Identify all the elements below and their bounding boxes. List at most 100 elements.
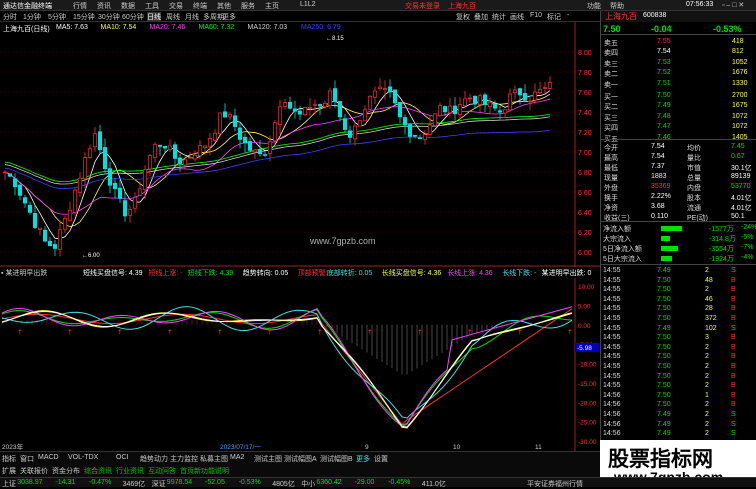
menu-item[interactable]: 行情 [73, 1, 87, 11]
candlestick-chart[interactable]: 8.00 7.80 7.60 7.40 7.20 7.00 6.80 6.60 6.40 6.20… [0, 22, 600, 267]
tick-price: 7.50 [657, 315, 671, 322]
candle-body [192, 154, 198, 160]
menu-item[interactable]: 终端 [193, 1, 207, 11]
flow-bar [661, 226, 682, 231]
ask-row[interactable]: 卖二 7.52 1676 [601, 68, 756, 78]
tick-side: B [731, 391, 736, 399]
candle-body [337, 101, 343, 118]
tab-item[interactable]: 资金分布 [52, 466, 80, 476]
ask-row[interactable]: 卖一 7.51 1330 [601, 79, 756, 89]
toolbar-fuquan[interactable]: 复权 [456, 12, 470, 22]
tab-item[interactable]: MACD [38, 454, 59, 461]
toolbar-f10[interactable]: F10 [530, 12, 542, 19]
tab-item[interactable]: 测试幅图A [284, 454, 317, 464]
menu-item[interactable]: 资讯 [97, 1, 111, 11]
status-bar: 上证 3038.97 -14.31 -0.47% 3469亿 深证 9978.54 -52.0… [0, 477, 756, 488]
tick-volume: 46 [705, 295, 713, 303]
ma-label: MA10: 7.54 [100, 24, 137, 31]
bid-row[interactable]: 买三 7.48 1072 [601, 112, 756, 122]
tick-side: B [731, 276, 736, 284]
tab-item[interactable]: 私募主图 [200, 454, 228, 464]
toolbar-draw[interactable]: 画线 [510, 12, 524, 22]
candle-body [137, 188, 143, 196]
candle-body [397, 102, 403, 118]
candle-body [257, 149, 263, 155]
status-item: -0.45% [388, 479, 411, 486]
menu-bar: 通达信金融终端 行情 资讯 数据 工具 交易 终端 其他 服务 主页 L1L2 … [0, 0, 756, 11]
quote-price-line: 7.50 -0.04 -0.53% [601, 23, 756, 35]
menu-item[interactable]: 工具 [145, 1, 159, 11]
menu-item[interactable]: 数据 [121, 1, 135, 11]
tab-item[interactable]: 综合资讯 [84, 466, 112, 476]
tf-item[interactable]: 多周期 [203, 12, 224, 22]
tab-item[interactable]: 更多 [356, 454, 370, 464]
toolbar-stats[interactable]: 统计 [492, 12, 506, 22]
tab-item[interactable]: 主力监控 [170, 454, 198, 464]
tf-item[interactable]: 更多 [222, 12, 236, 22]
menu-help[interactable]: 帮助 [610, 1, 624, 11]
tf-item[interactable]: 1分钟 [23, 12, 41, 22]
candle-body [122, 200, 128, 217]
tf-item[interactable]: 分时 [3, 12, 17, 22]
menu-item[interactable]: 交易 [169, 1, 183, 11]
tab-item[interactable]: 扩展 [2, 466, 16, 476]
last-value-label: -5.98 [577, 345, 592, 352]
tab-item[interactable]: 首页新功能说明 [180, 466, 229, 476]
candle-body [7, 173, 13, 177]
ind-line [1, 311, 573, 428]
login-status[interactable]: 交易未登录 [405, 1, 440, 11]
ask-row[interactable]: 卖三 7.53 1052 [601, 58, 756, 68]
menu-function[interactable]: 功能 [587, 1, 601, 11]
y-tick-label: 7.80 [578, 70, 592, 77]
indicator-value: 短线买盘信号: 4.39 [83, 270, 143, 277]
tf-item[interactable]: 月线 [185, 12, 199, 22]
toolbar-overlay[interactable]: 叠加 [474, 12, 488, 22]
tab-item[interactable]: 趋势动力 [140, 454, 168, 464]
candle-body [352, 125, 358, 140]
ob-volume: 1676 [732, 69, 748, 77]
candle-body [82, 157, 88, 180]
tick-time: 14:55 [603, 353, 621, 361]
stat-value: 7.37 [651, 163, 665, 170]
tab-item[interactable]: MA2 [230, 454, 244, 461]
tab-item[interactable]: 窗口 [20, 454, 34, 464]
tf-item-active[interactable]: 日线 [147, 12, 161, 22]
bid-row[interactable]: 买四 7.47 1072 [601, 122, 756, 132]
candle-body [342, 118, 348, 130]
menu-item[interactable]: 其他 [217, 1, 231, 11]
tf-item[interactable]: 5分钟 [48, 12, 66, 22]
tick-price: 7.50 [657, 305, 671, 313]
tab-item[interactable]: 互动问答 [148, 466, 176, 476]
tf-item[interactable]: 周线 [166, 12, 180, 22]
bid-row[interactable]: 买一 7.50 2700 [601, 91, 756, 101]
tab-item[interactable]: 指标 [2, 454, 16, 464]
candle-body [382, 88, 388, 90]
quote-name: 上海九百 [605, 12, 637, 21]
candle-body [197, 144, 203, 157]
ob-volume: 1052 [732, 58, 748, 66]
tf-item[interactable]: 15分钟 [73, 12, 95, 22]
ask-row[interactable]: 卖五 7.55 418 [601, 37, 756, 47]
indicator-header: ▪ 某进明早出跌 短线买盘信号: 4.39 短线上涨: - 短线下跌: 4.39 趋势… [0, 267, 600, 277]
tab-item[interactable]: 关联报价 [20, 466, 48, 476]
indicator-chart[interactable]: 10.005.000.00-5.00-10.00-15.00-20.00-25.… [0, 278, 600, 451]
tab-item[interactable]: OCI [116, 454, 128, 461]
tf-item[interactable]: 30分钟 [98, 12, 120, 22]
menu-item[interactable]: 主页 [265, 1, 279, 11]
bid-row[interactable]: 买二 7.49 1675 [601, 101, 756, 111]
tab-item[interactable]: VOL-TDX [68, 454, 98, 461]
tick-side: B [731, 343, 736, 351]
menu-item[interactable]: 服务 [241, 1, 255, 11]
window-controls-icon[interactable]: ▫ – □ ✕ [722, 1, 744, 9]
menu-item[interactable]: L1L2 [300, 1, 316, 8]
indicator-value: 长线上涨: 4.36 [447, 270, 493, 277]
toolbar-mark[interactable]: 标记 [547, 12, 561, 22]
tab-item[interactable]: 设置 [374, 454, 388, 464]
tab-item[interactable]: 测试主图 [254, 454, 282, 464]
toolbar-minus[interactable]: - [567, 12, 569, 19]
ask-row[interactable]: 卖四 7.54 812 [601, 47, 756, 57]
tf-item[interactable]: 60分钟 [122, 12, 144, 22]
ma-label: MA250: 6.79 [301, 24, 341, 31]
tab-item[interactable]: 行业资讯 [116, 466, 144, 476]
tab-item[interactable]: 测试幅图B [320, 454, 353, 464]
